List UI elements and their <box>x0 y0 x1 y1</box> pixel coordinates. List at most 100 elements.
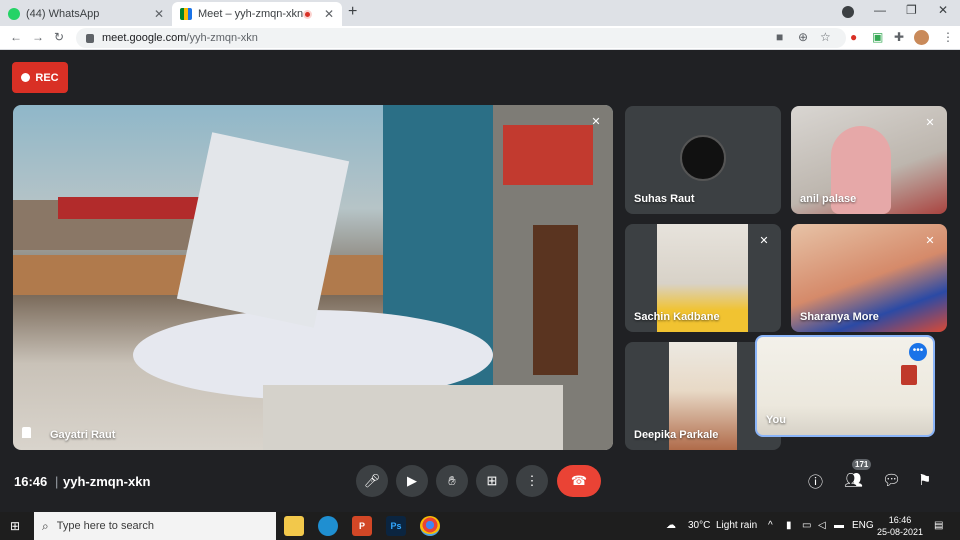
browser-tab-bar: (44) WhatsApp ✕ Meet – yyh-zmqn-xkn ✕ + … <box>0 0 960 26</box>
menu-kebab-icon[interactable]: ⋮ <box>942 30 954 44</box>
browser-toolbar: ← → ↻ meet.google.com/yyh-zmqn-xkn ■ ⊕ ☆… <box>0 26 960 50</box>
camera-button[interactable]: ▶ <box>396 465 428 497</box>
avatar <box>680 135 726 181</box>
meeting-code: yyh-zmqn-xkn <box>63 474 151 489</box>
tab-whatsapp[interactable]: (44) WhatsApp ✕ <box>0 2 172 26</box>
file-explorer-icon[interactable] <box>284 516 304 536</box>
self-view-tile[interactable]: ••• You <box>755 335 935 437</box>
meeting-time: 16:46 <box>14 474 48 489</box>
extension-icon[interactable]: ▣ <box>872 30 883 44</box>
close-window-button[interactable]: ✕ <box>938 3 948 17</box>
extensions-puzzle-icon[interactable]: ✚ <box>894 30 904 44</box>
tab-search-icon[interactable] <box>842 6 854 18</box>
main-speaker-tile[interactable]: ✕ Gayatri Raut <box>13 105 613 450</box>
weather-temp[interactable]: 30°C <box>688 520 710 531</box>
volume-icon[interactable]: ◁ <box>818 520 826 531</box>
rec-label: REC <box>35 71 59 84</box>
participant-name: Suhas Raut <box>634 193 695 205</box>
photoshop-icon[interactable]: Ps <box>386 516 406 536</box>
divider: | <box>55 474 59 489</box>
present-now-button[interactable]: ⊞ <box>476 465 508 497</box>
search-icon: ⌕ <box>42 518 49 533</box>
windows-taskbar: ⊞ ⌕ Type here to search P Ps ☁ 30°C Ligh… <box>0 512 960 540</box>
participant-name: anil palase <box>800 193 857 205</box>
mic-off-icon: ✕ <box>925 235 935 247</box>
mic-off-icon: ✕ <box>925 117 935 129</box>
participant-tile[interactable]: Suhas Raut <box>625 106 781 214</box>
participant-count-badge: 171 <box>852 459 872 470</box>
camera-in-use-icon[interactable]: ■ <box>776 30 783 44</box>
minimize-button[interactable]: — <box>874 3 886 17</box>
language-indicator[interactable]: ENG <box>852 520 874 531</box>
profile-avatar[interactable] <box>914 30 929 45</box>
close-tab-icon[interactable]: ✕ <box>154 7 164 21</box>
weather-desc[interactable]: Light rain <box>716 520 757 531</box>
participant-tile[interactable]: ✕ Sachin Kadbane <box>625 224 781 332</box>
zoom-icon[interactable]: ⊕ <box>798 30 808 44</box>
microphone-icon: 🎤︎ <box>363 473 381 488</box>
meeting-details-icon[interactable]: ⓘ <box>808 471 823 492</box>
notifications-icon[interactable]: ▤ <box>934 520 943 531</box>
extension-shield-icon[interactable]: ● <box>850 30 857 44</box>
participant-name: Sachin Kadbane <box>634 311 720 323</box>
mic-tray-icon[interactable]: ▮ <box>786 520 792 531</box>
meet-control-bar: 16:46 | yyh-zmqn-xkn 🎤︎ ▶ ✋︎ ⊞ ⋮ ☎ ⓘ 👥︎ … <box>0 458 960 508</box>
maximize-button[interactable]: ❐ <box>906 3 917 17</box>
raise-hand-button[interactable]: ✋︎ <box>436 465 468 497</box>
clock-time: 16:46 <box>888 515 912 525</box>
microphone-button[interactable]: 🎤︎ <box>356 465 388 497</box>
battery-icon[interactable]: ▬ <box>834 520 844 531</box>
close-tab-icon[interactable]: ✕ <box>324 7 334 21</box>
tab-title: Meet – yyh-zmqn-xkn <box>198 8 303 20</box>
participant-tile[interactable]: ✕ Sharanya More <box>791 224 947 332</box>
recording-indicator-icon <box>302 9 312 19</box>
new-tab-button[interactable]: + <box>348 3 357 21</box>
more-vert-icon: ⋮ <box>525 473 539 488</box>
activities-icon[interactable]: ⚑ <box>918 471 931 489</box>
hand-icon: ✋︎ <box>448 473 456 488</box>
recording-badge: REC <box>12 62 68 93</box>
tab-meet[interactable]: Meet – yyh-zmqn-xkn ✕ <box>172 2 342 26</box>
url-path: /yyh-zmqn-xkn <box>186 32 258 44</box>
chrome-icon[interactable] <box>420 516 440 536</box>
clock-date: 25-08-2021 <box>876 527 924 537</box>
tray-chevron-icon[interactable]: ^ <box>768 520 773 531</box>
lock-icon <box>86 33 94 43</box>
forward-icon[interactable]: → <box>32 30 44 44</box>
main-video-frame <box>13 105 613 450</box>
participant-tile[interactable]: ✕ anil palase <box>791 106 947 214</box>
powerpoint-icon[interactable]: P <box>352 516 372 536</box>
tab-title: (44) WhatsApp <box>26 8 100 20</box>
weather-icon: ☁ <box>666 520 676 531</box>
taskbar-search[interactable]: ⌕ Type here to search <box>34 512 276 540</box>
record-dot-icon <box>21 73 31 82</box>
meet-icon <box>180 8 192 20</box>
url-host: meet.google.com <box>102 32 187 44</box>
search-placeholder: Type here to search <box>56 520 154 532</box>
participant-name: Gayatri Raut <box>50 429 116 441</box>
participant-name: Sharanya More <box>800 311 879 323</box>
back-icon[interactable]: ← <box>10 30 22 44</box>
leave-call-button[interactable]: ☎ <box>557 465 601 497</box>
end-call-icon: ☎ <box>570 473 588 488</box>
more-options-icon[interactable]: ••• <box>909 343 927 361</box>
present-icon: ⊞ <box>486 473 498 488</box>
reload-icon[interactable]: ↻ <box>54 30 64 44</box>
more-options-button[interactable]: ⋮ <box>516 465 548 497</box>
taskbar-clock[interactable]: 16:46 25-08-2021 <box>876 514 924 538</box>
people-icon[interactable]: 👥︎ <box>844 471 863 489</box>
camera-icon: ▶ <box>407 473 417 488</box>
network-icon[interactable]: ▭ <box>802 520 811 531</box>
address-bar[interactable]: meet.google.com/yyh-zmqn-xkn <box>76 28 846 48</box>
mic-off-icon: ✕ <box>759 235 769 247</box>
banner-logo <box>901 365 917 385</box>
edge-icon[interactable] <box>318 516 338 536</box>
participant-name: Deepika Parkale <box>634 429 719 441</box>
participant-name: You <box>766 414 786 426</box>
windows-start-icon[interactable]: ⊞ <box>10 519 24 533</box>
chat-icon[interactable]: 💬︎ <box>882 471 901 489</box>
mic-off-icon: ✕ <box>591 116 601 128</box>
whatsapp-icon <box>8 8 20 20</box>
bookmark-star-icon[interactable]: ☆ <box>820 30 831 44</box>
pin-icon[interactable] <box>22 427 31 438</box>
